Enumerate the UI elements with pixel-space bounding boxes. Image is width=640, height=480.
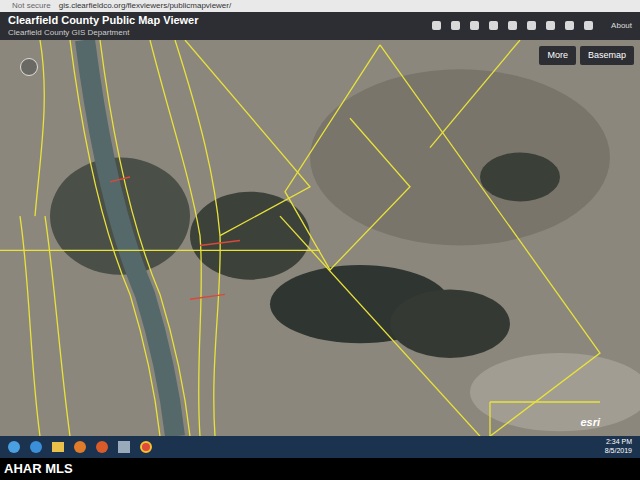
firefox-icon[interactable] bbox=[96, 441, 108, 453]
chrome-icon[interactable] bbox=[140, 441, 152, 453]
address-bar[interactable]: Not secure gis.clearfieldco.org/flexviewe… bbox=[0, 0, 640, 12]
ie-icon[interactable] bbox=[30, 441, 42, 453]
clock[interactable]: 2:34 PM8/5/2019 bbox=[605, 438, 632, 456]
toolbar-tool-icon[interactable] bbox=[451, 21, 460, 30]
parcel-map-drawing bbox=[0, 40, 640, 436]
app-icon[interactable] bbox=[118, 441, 130, 453]
watermark: AHAR MLS bbox=[4, 459, 73, 479]
toolbar-tool-icon[interactable] bbox=[432, 21, 441, 30]
folder-icon[interactable] bbox=[52, 442, 64, 452]
map[interactable]: MoreBasemap esri bbox=[0, 40, 640, 436]
map-button[interactable]: Basemap bbox=[580, 46, 634, 66]
clock-time: 2:34 PM bbox=[606, 438, 632, 447]
toolbar-tool-icon[interactable] bbox=[489, 21, 498, 30]
app-header: Clearfield County Public Map ViewerClear… bbox=[0, 12, 640, 40]
app-title: Clearfield County Public Map Viewer bbox=[8, 14, 199, 28]
toolbar-tool-icon[interactable] bbox=[508, 21, 517, 30]
taskbar: 2:34 PM8/5/2019 bbox=[0, 436, 640, 458]
security-label: Not secure bbox=[12, 0, 51, 12]
url: gis.clearfieldco.org/flexviewers/publicm… bbox=[59, 0, 232, 12]
toolbar-tool-icon[interactable] bbox=[470, 21, 479, 30]
clock-date: 8/5/2019 bbox=[605, 447, 632, 456]
app-subtitle: Clearfield County GIS Department bbox=[8, 28, 199, 38]
monitor-bezel: AHAR MLS bbox=[0, 458, 640, 480]
toolbar-tool-icon[interactable] bbox=[584, 21, 593, 30]
start-icon[interactable] bbox=[8, 441, 20, 453]
map-button[interactable]: More bbox=[539, 46, 576, 66]
zoom-control[interactable] bbox=[20, 58, 38, 76]
toolbar-tool-icon[interactable] bbox=[565, 21, 574, 30]
about-link[interactable]: About bbox=[611, 20, 632, 32]
esri-attribution: esri bbox=[580, 414, 600, 431]
media-icon[interactable] bbox=[74, 441, 86, 453]
toolbar-tool-icon[interactable] bbox=[527, 21, 536, 30]
toolbar-tool-icon[interactable] bbox=[546, 21, 555, 30]
photo-of-screen: Not secure gis.clearfieldco.org/flexviewe… bbox=[0, 0, 640, 480]
